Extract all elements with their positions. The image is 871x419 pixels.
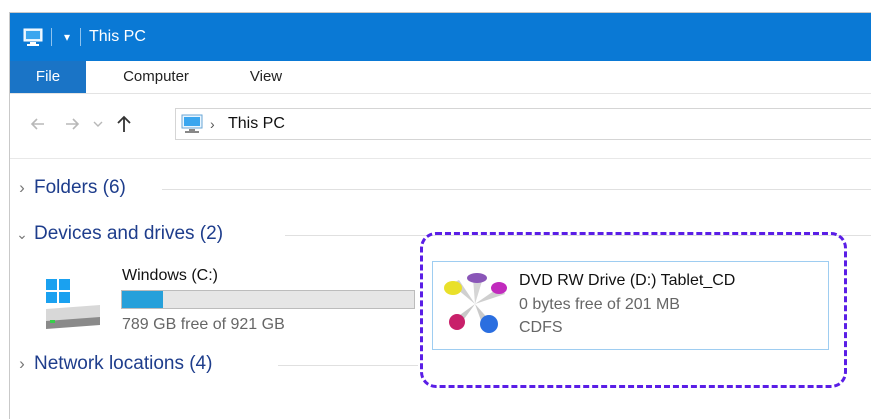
group-label: Folders (6): [34, 177, 126, 198]
group-rule: [162, 189, 871, 190]
computer-icon: [22, 26, 44, 48]
highlight-outline: [420, 232, 847, 388]
navigation-bar: › This PC: [10, 94, 871, 158]
chevron-down-icon: ⌄: [16, 226, 28, 242]
up-arrow-icon[interactable]: [114, 113, 134, 135]
forward-arrow-icon[interactable]: [62, 114, 82, 134]
drive-usage-bar: [121, 290, 415, 309]
tab-computer[interactable]: Computer: [110, 61, 202, 93]
tab-file[interactable]: File: [10, 61, 86, 93]
drive-name-windows: Windows (C:): [122, 267, 219, 284]
group-label: Network locations (4): [34, 353, 213, 374]
drive-usage-fill: [122, 291, 163, 308]
group-header-devices[interactable]: ⌄ Devices and drives (2): [10, 221, 223, 247]
drive-free-space-windows: 789 GB free of 921 GB: [122, 316, 285, 333]
chevron-right-icon: ›: [19, 178, 25, 197]
back-arrow-icon[interactable]: [28, 114, 48, 134]
content-divider: [10, 158, 871, 159]
toolbar-divider: [51, 28, 52, 46]
tab-view[interactable]: View: [238, 61, 294, 93]
chevron-right-icon: ›: [19, 354, 25, 373]
breadcrumb-separator-icon[interactable]: ›: [210, 114, 215, 134]
title-bar: ▾ This PC: [10, 13, 871, 61]
group-label: Devices and drives (2): [34, 223, 224, 244]
breadcrumb-location[interactable]: This PC: [228, 114, 285, 134]
explorer-window: ▾ This PC File Computer View › This PC ›…: [9, 12, 871, 419]
toolbar-divider: [80, 28, 81, 46]
window-title: This PC: [89, 28, 146, 45]
group-header-network[interactable]: › Network locations (4): [10, 351, 212, 377]
recent-chevron-icon[interactable]: [92, 114, 104, 134]
computer-icon: [180, 113, 204, 135]
address-bar[interactable]: › This PC: [175, 108, 871, 140]
windows-drive-icon: [42, 275, 102, 333]
ribbon-tabs: File Computer View: [10, 61, 871, 94]
group-rule: [278, 365, 418, 366]
quick-access-dropdown-icon[interactable]: ▾: [59, 26, 75, 48]
group-header-folders[interactable]: › Folders (6): [10, 175, 126, 201]
